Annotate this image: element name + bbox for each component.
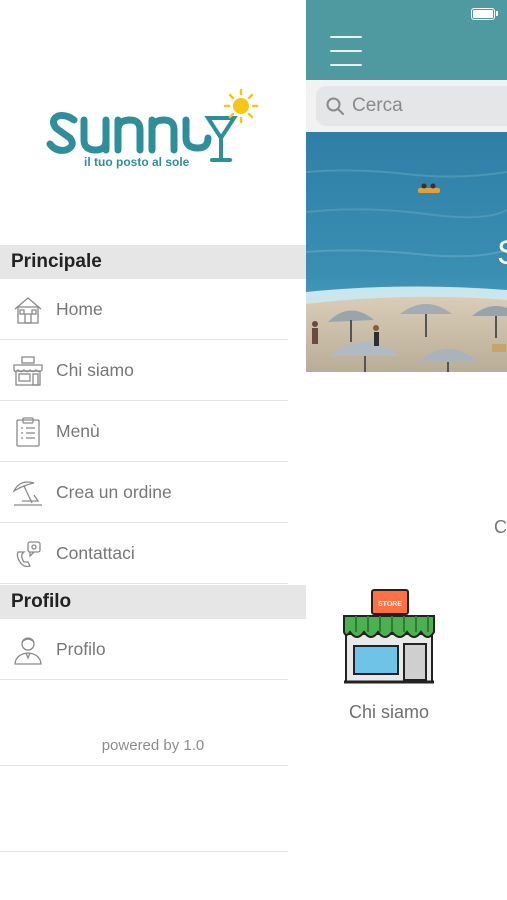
beach-umbrella-icon [12,481,42,506]
search-input[interactable] [352,92,507,120]
menu-item-menu[interactable]: Menù [0,401,288,462]
menu-item-chi-siamo[interactable]: Chi siamo [0,340,288,401]
menu-item-crea-ordine[interactable]: Crea un ordine [0,462,288,523]
tile-label: Chi siamo [348,702,430,722]
beach-banner-image[interactable]: S [306,132,507,372]
logo-tagline: il tuo posto al sole [84,155,190,169]
menu-item-profilo[interactable]: Profilo [0,619,288,680]
divider [0,851,288,852]
menu-item-label: Contattaci [56,543,135,563]
clipboard-menu-icon [16,417,40,447]
powered-by-footer: powered by 1.0 [101,737,205,754]
top-app-bar [306,0,507,80]
hamburger-menu-icon[interactable] [330,34,362,68]
navigation-drawer: il tuo posto al sole Principale Home Chi… [0,0,306,900]
section-header-principale: Principale [0,245,306,279]
tile-chi-siamo[interactable]: STORE Chi siamo [306,586,472,736]
menu-item-contattaci[interactable]: Contattaci [0,523,288,584]
house-icon [14,297,42,324]
menu-item-label: Crea un ordine [56,482,172,502]
sunny-logo: il tuo posto al sole [46,88,259,169]
user-profile-icon [14,637,42,665]
search-bar[interactable] [316,86,507,126]
menu-item-label: Chi siamo [56,360,134,380]
menu-item-home[interactable]: Home [0,279,288,340]
search-bar-container [306,80,507,132]
menu-item-label: Home [56,299,103,319]
search-icon [326,97,344,115]
main-content: S C STORE Chi siamo [306,0,507,900]
banner-title-peek: S [497,234,507,272]
contact-phone-icon [16,541,41,568]
store-badge-text: STORE [378,601,402,608]
section-header-profilo: Profilo [0,585,306,619]
shop-icon [13,356,43,386]
tile-label-peek: C [494,517,507,537]
menu-item-label: Menù [56,421,100,441]
battery-icon [471,8,495,20]
menu-item-label: Profilo [56,639,106,659]
store-icon: STORE [343,589,435,684]
divider [0,765,288,766]
